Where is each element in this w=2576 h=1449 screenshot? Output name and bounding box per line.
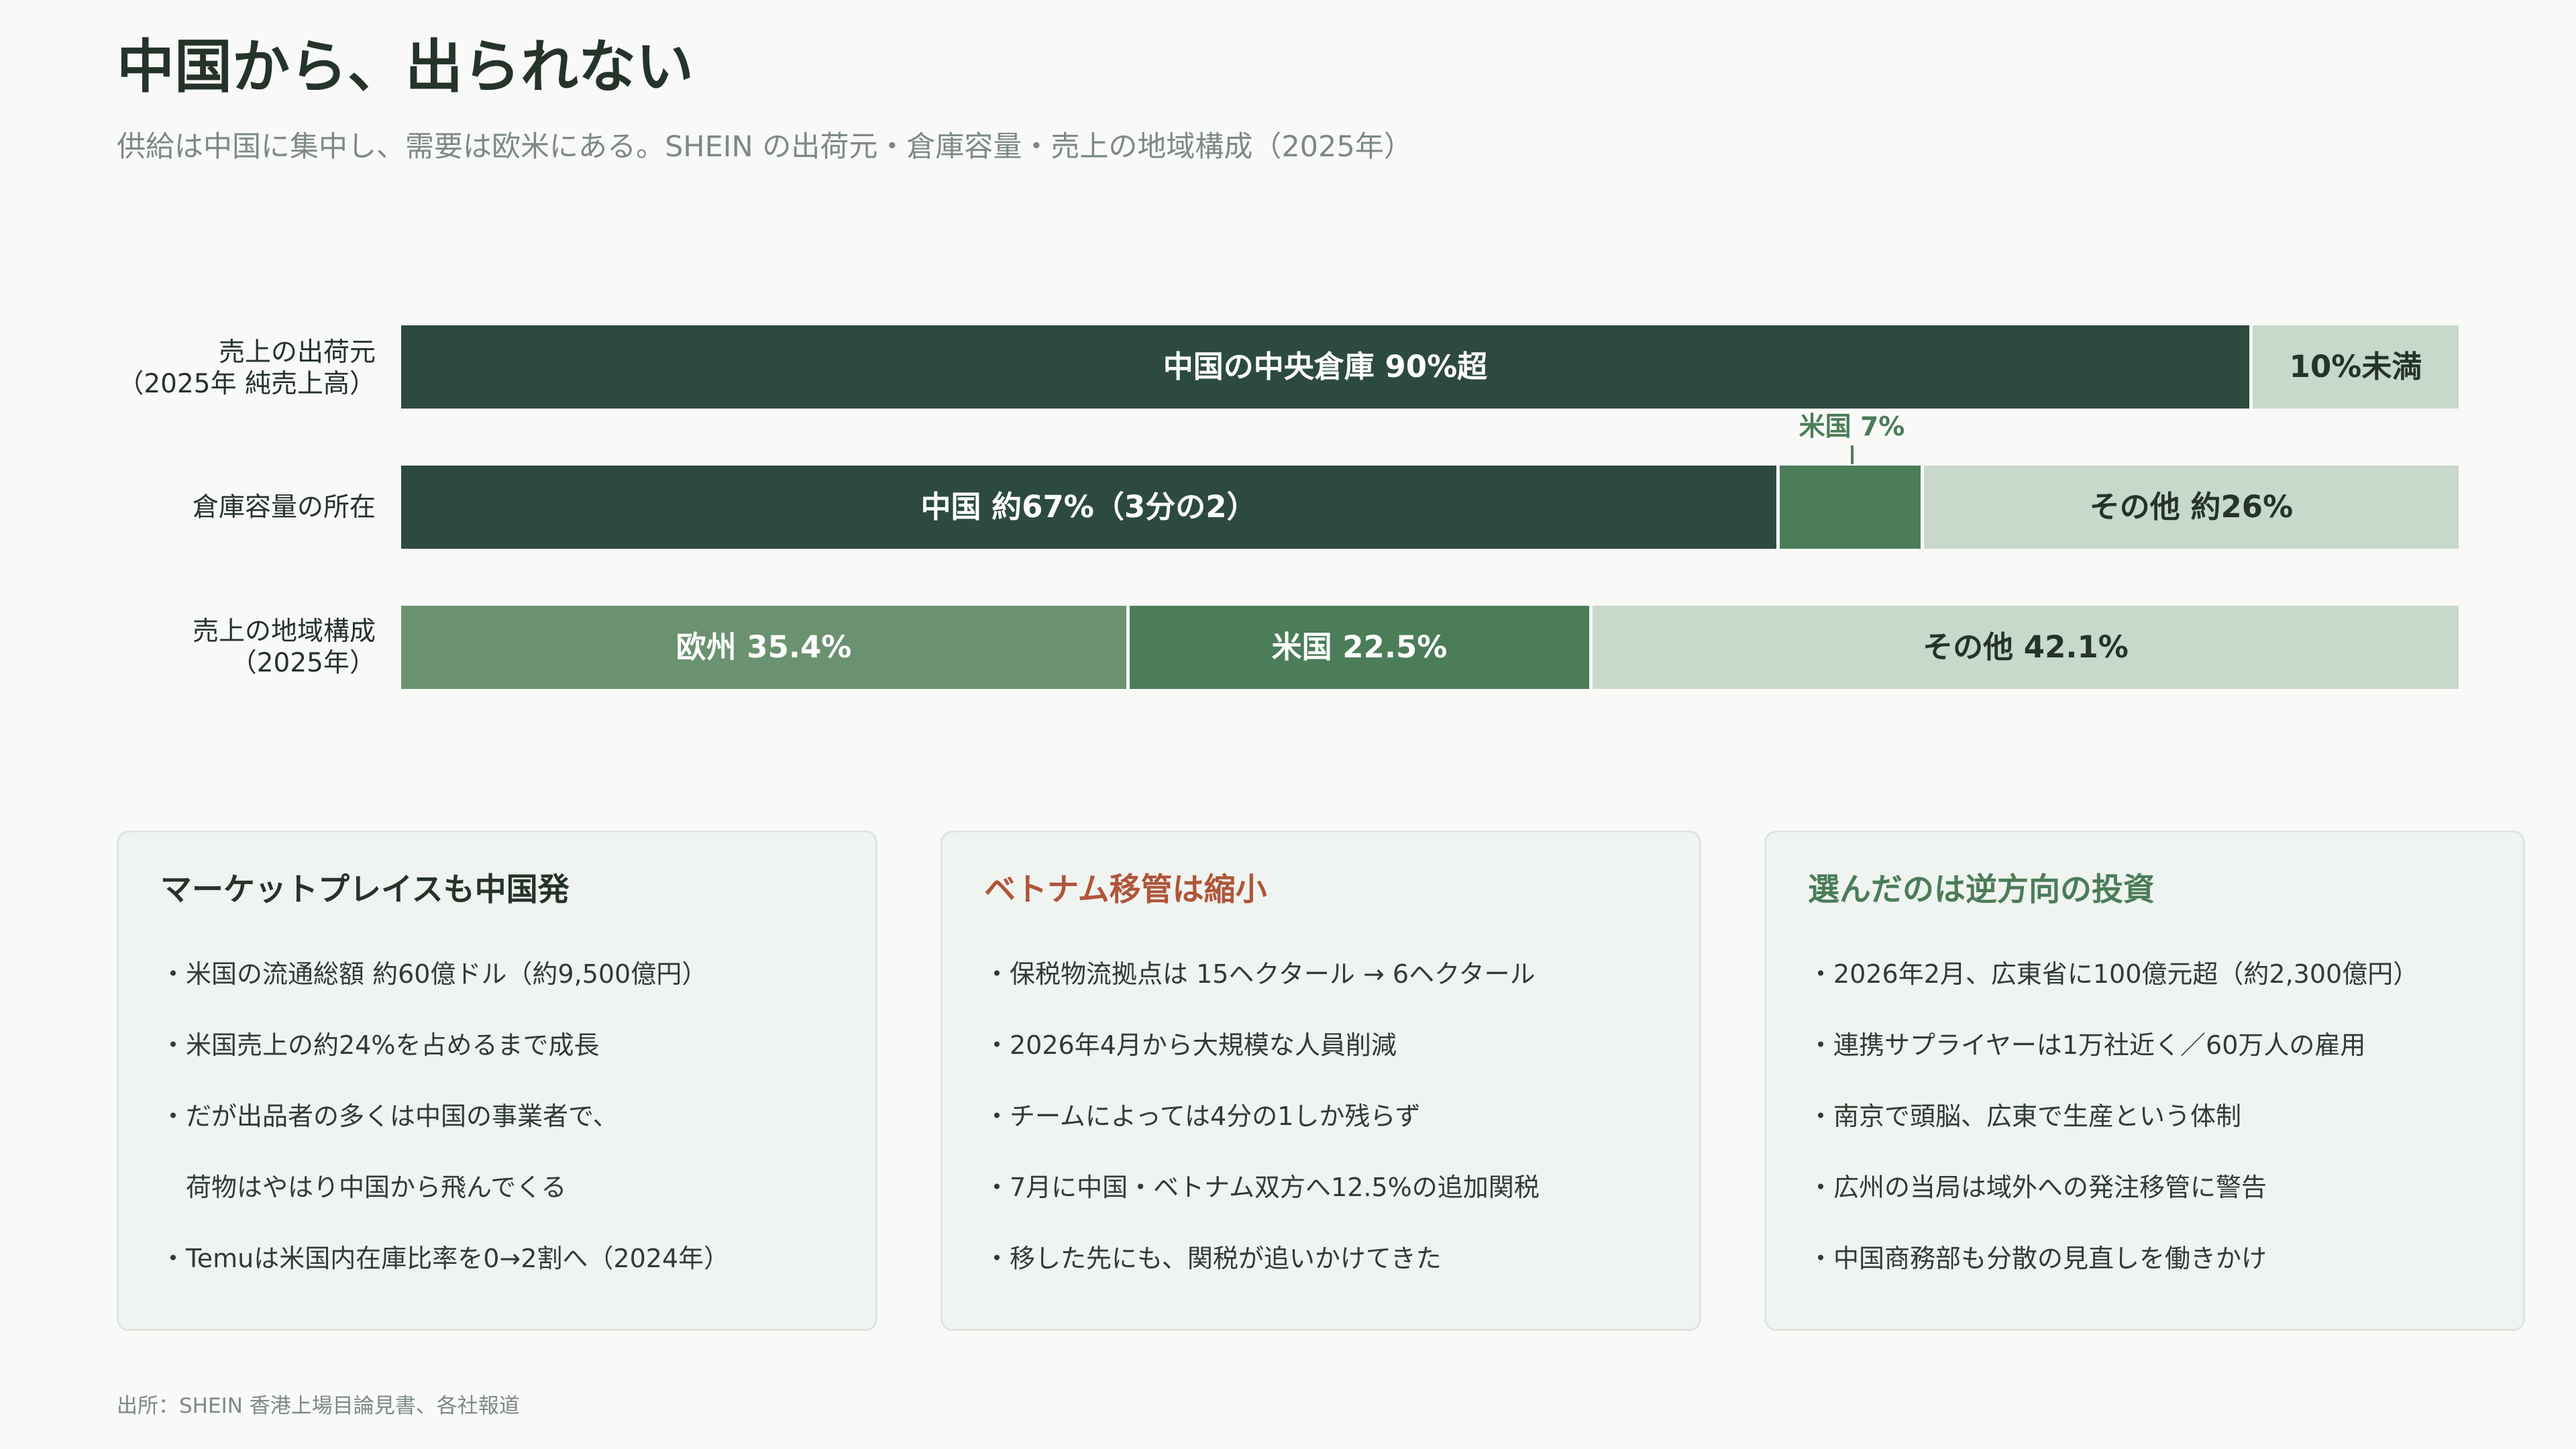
card-item: ・広州の当局は域外への発注移管に警告 — [1808, 1173, 2267, 1202]
info-cards: マーケットプレイスも中国発 ・米国の流通総額 約60億ドル（約9,500億円） … — [117, 830, 2525, 1331]
card-item: ・保税物流拠点は 15ヘクタール → 6ヘクタール — [984, 959, 1536, 989]
row-label: 売上の出荷元 （2025年 純売上高） — [117, 337, 376, 399]
bar-segment: 欧州 35.4% — [401, 606, 1130, 689]
segment-label: 中国の中央倉庫 90%超 — [1163, 349, 1488, 384]
bar-segment — [1780, 466, 1924, 549]
bar-segment: その他 42.1% — [1593, 606, 2459, 689]
info-card-investment: 選んだのは逆方向の投資 ・2026年2月、広東省に100億元超（約2,300億円… — [1764, 830, 2525, 1331]
card-item: ・米国売上の約24%を占めるまで成長 — [160, 1030, 600, 1060]
bar-segment: 中国 約67%（3分の2） — [401, 466, 1780, 549]
segment-label: 中国 約67%（3分の2） — [920, 489, 1257, 525]
card-item: ・Temuは米国内在庫比率を0→2割へ（2024年） — [160, 1244, 730, 1273]
source-note: 出所：SHEIN 香港上場目論見書、各社報道 — [117, 1394, 520, 1418]
card-item: ・だが出品者の多くは中国の事業者で、 — [160, 1102, 619, 1131]
stacked-bar-row: 中国 約67%（3分の2） その他 約26% — [401, 466, 2459, 549]
segment-label: 米国 22.5% — [1271, 629, 1448, 665]
bar-segment: 米国 22.5% — [1130, 606, 1593, 689]
card-item: ・米国の流通総額 約60億ドル（約9,500億円） — [160, 959, 708, 989]
card-item: ・2026年4月から大規模な人員削減 — [984, 1030, 1397, 1060]
segment-label: 欧州 35.4% — [676, 629, 852, 665]
stacked-bar-row: 欧州 35.4% 米国 22.5% その他 42.1% — [401, 606, 2459, 689]
card-title: 選んだのは逆方向の投資 — [1808, 871, 2155, 908]
bar-segment: 10%未満 — [2253, 325, 2459, 409]
segment-label: その他 42.1% — [1923, 629, 2129, 665]
card-item: ・チームによっては4分の1しか残らず — [984, 1102, 1421, 1131]
page-subtitle: 供給は中国に集中し、需要は欧米にある。SHEIN の出荷元・倉庫容量・売上の地域… — [117, 130, 1413, 164]
slide: 中国から、出られない 供給は中国に集中し、需要は欧米にある。SHEIN の出荷元… — [0, 0, 2576, 1449]
callout-leader-line — [1850, 445, 1854, 464]
row-label: 売上の地域構成 （2025年） — [192, 616, 376, 678]
card-item: ・2026年2月、広東省に100億元超（約2,300億円） — [1808, 959, 2419, 989]
info-card-vietnam: ベトナム移管は縮小 ・保税物流拠点は 15ヘクタール → 6ヘクタール ・202… — [941, 830, 1701, 1331]
card-item: ・連携サプライヤーは1万社近く／60万人の雇用 — [1808, 1030, 2366, 1060]
card-title: マーケットプレイスも中国発 — [160, 871, 570, 908]
row-label: 倉庫容量の所在 — [192, 492, 376, 523]
card-item: ・中国商務部も分散の見直しを働きかけ — [1808, 1244, 2267, 1273]
card-item: ・7月に中国・ベトナム双方へ12.5%の追加関税 — [984, 1173, 1540, 1202]
card-item: ・南京で頭脳、広東で生産という体制 — [1808, 1102, 2242, 1131]
segment-callout-label: 米国 7% — [1799, 412, 1905, 442]
card-item: ・移した先にも、関税が追いかけてきた — [984, 1244, 1442, 1273]
page-title: 中国から、出られない — [117, 34, 694, 101]
stacked-bar-chart: 売上の出荷元 （2025年 純売上高） 中国の中央倉庫 90%超 10%未満倉庫容量… — [0, 0, 2576, 738]
card-title: ベトナム移管は縮小 — [984, 871, 1267, 908]
segment-label: 10%未満 — [2289, 349, 2422, 384]
stacked-bar-row: 中国の中央倉庫 90%超 10%未満 — [401, 325, 2459, 409]
bar-segment: その他 約26% — [1924, 466, 2459, 549]
bar-segment: 中国の中央倉庫 90%超 — [401, 325, 2253, 409]
card-item: 荷物はやはり中国から飛んでくる — [160, 1173, 567, 1202]
info-card-marketplace: マーケットプレイスも中国発 ・米国の流通総額 約60億ドル（約9,500億円） … — [117, 830, 877, 1331]
segment-label: その他 約26% — [2089, 489, 2294, 525]
